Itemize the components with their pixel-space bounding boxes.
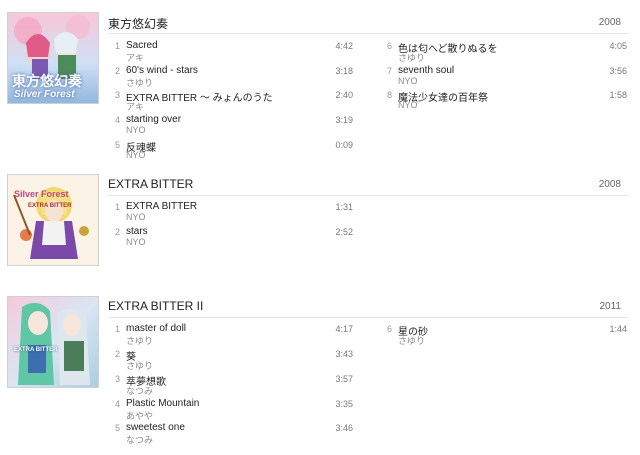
track-artist: NYO — [126, 237, 146, 247]
album-cover[interactable]: 東方悠幻奏 Silver Forest — [7, 12, 99, 104]
track-artist: さゆり — [126, 336, 154, 346]
track-duration: 1:31 — [335, 202, 353, 212]
track-artist: なつみ — [126, 386, 154, 396]
cover-title-text: Silver Forest — [14, 189, 69, 199]
track-artist: さゆり — [126, 78, 154, 88]
track-number: 2 — [114, 227, 120, 237]
track-duration: 3:19 — [335, 115, 353, 125]
cover-subtitle-text: EXTRA BITTER — [28, 203, 72, 209]
track-duration: 0:09 — [335, 140, 353, 150]
track-artist: NYO — [126, 212, 146, 222]
track-number: 5 — [114, 140, 120, 150]
track-duration: 4:17 — [335, 324, 353, 334]
track-number: 4 — [114, 399, 120, 409]
track-duration: 1:44 — [609, 324, 627, 334]
track-duration: 2:40 — [335, 90, 353, 100]
album-year: 2008 — [598, 17, 621, 28]
track-duration: 3:57 — [335, 374, 353, 384]
track-duration: 4:42 — [335, 41, 353, 51]
track-duration: 3:35 — [335, 399, 353, 409]
track-title: sweetest one — [126, 422, 185, 433]
divider — [108, 317, 628, 318]
track-artist: あやや — [126, 411, 154, 421]
track-duration: 3:43 — [335, 349, 353, 359]
track-artist: NYO — [398, 100, 418, 110]
album-year: 2011 — [599, 301, 621, 312]
track-artist: さゆり — [398, 53, 426, 63]
divider — [108, 33, 628, 34]
cover-title-text: 東方悠幻奏 — [12, 73, 82, 89]
track-duration: 4:05 — [609, 41, 627, 51]
track-title: seventh soul — [398, 65, 455, 76]
track-duration: 3:18 — [335, 66, 353, 76]
track-artist: NYO — [126, 150, 146, 160]
track-title: Sacred — [126, 40, 158, 51]
track-title: EXTRA BITTER 〜 みょんのうた — [126, 93, 273, 104]
album-year: 2008 — [598, 179, 621, 190]
track-number: 2 — [114, 66, 120, 76]
track-duration: 3:46 — [335, 423, 353, 433]
track-artist: なつみ — [126, 435, 154, 445]
cover-subtitle-text: Silver Forest — [14, 89, 75, 100]
track-duration: 2:52 — [335, 227, 353, 237]
album-cover[interactable]: Silver Forest EXTRA BITTER — [7, 174, 99, 266]
track-number: 3 — [114, 374, 120, 384]
track-artist: NYO — [398, 76, 418, 86]
album-artwork-image — [8, 297, 98, 387]
track-duration: 1:58 — [609, 90, 627, 100]
track-title: master of doll — [126, 323, 187, 334]
track-number: 5 — [114, 423, 120, 433]
track-number: 6 — [386, 324, 392, 334]
album-title[interactable]: 東方悠幻奏 — [108, 15, 168, 32]
track-title: Plastic Mountain — [126, 398, 200, 409]
track-number: 7 — [386, 66, 392, 76]
album-title[interactable]: EXTRA BITTER II — [108, 299, 203, 313]
track-number: 1 — [114, 324, 120, 334]
track-title: stars — [126, 226, 148, 237]
track-number: 1 — [114, 41, 120, 51]
track-artist: NYO — [126, 125, 146, 135]
track-number: 2 — [114, 349, 120, 359]
divider — [108, 195, 628, 196]
track-artist: さゆり — [398, 336, 426, 346]
track-number: 1 — [114, 202, 120, 212]
track-number: 8 — [386, 90, 392, 100]
album-title[interactable]: EXTRA BITTER — [108, 177, 193, 191]
track-duration: 3:56 — [609, 66, 627, 76]
track-artist: アキ — [126, 53, 145, 63]
track-title: 60's wind - stars — [126, 65, 198, 76]
track-number: 4 — [114, 115, 120, 125]
cover-title-text: EXTRA BITTER — [14, 347, 58, 353]
track-title: EXTRA BITTER — [126, 201, 198, 212]
track-number: 6 — [386, 41, 392, 51]
album-cover[interactable]: EXTRA BITTER — [7, 296, 99, 388]
track-title: starting over — [126, 114, 182, 125]
track-artist: アキ — [126, 102, 145, 112]
track-number: 3 — [114, 90, 120, 100]
track-artist: さゆり — [126, 361, 154, 371]
